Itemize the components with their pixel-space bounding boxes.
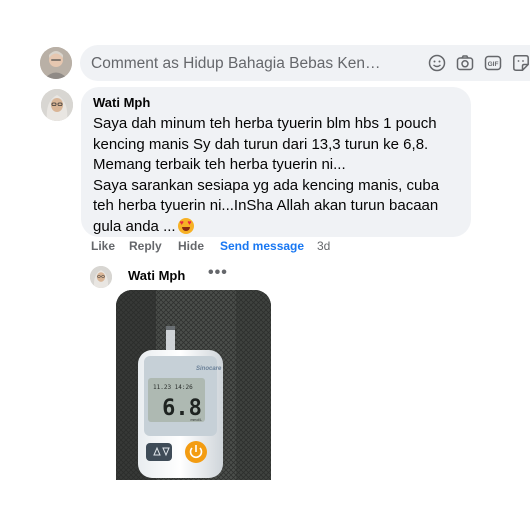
emoji-icon[interactable] (428, 54, 446, 72)
more-options-icon[interactable]: ••• (208, 264, 228, 282)
comment-input-box[interactable]: GIF (80, 45, 530, 81)
hide-button[interactable]: Hide (178, 239, 204, 253)
gif-icon[interactable]: GIF (484, 54, 502, 72)
sticker-icon[interactable] (512, 54, 530, 72)
user-avatar[interactable] (40, 47, 72, 79)
like-button[interactable]: Like (91, 239, 115, 253)
send-message-button[interactable]: Send message (220, 239, 304, 253)
commenter-avatar[interactable] (41, 89, 73, 121)
comment-bubble: Wati Mph Saya dah minum teh herba tyueri… (81, 87, 471, 237)
comment-input[interactable] (91, 54, 383, 74)
comment-body: Saya dah minum teh herba tyuerin blm hbs… (93, 115, 440, 235)
svg-text:GIF: GIF (488, 61, 499, 68)
meter-unit: mmol/L (191, 418, 203, 422)
camera-icon[interactable] (456, 54, 474, 72)
meter-brand: Sinocare (196, 366, 222, 372)
reply-author[interactable]: Wati Mph (128, 268, 185, 283)
heart-eyes-emoji-icon (177, 217, 194, 234)
comment-text: Saya dah minum teh herba tyuerin blm hbs… (93, 114, 459, 237)
comment-composer: GIF (40, 45, 530, 81)
reply-button[interactable]: Reply (129, 239, 162, 253)
meter-datetime: 11.23 14:26 (153, 384, 193, 391)
comment-timestamp[interactable]: 3d (317, 239, 330, 253)
comment-author[interactable]: Wati Mph (93, 95, 459, 111)
reply-photo[interactable]: Sinocare 11.23 14:26 6.8 mmol/L (116, 290, 271, 480)
reply-avatar[interactable] (90, 266, 112, 288)
